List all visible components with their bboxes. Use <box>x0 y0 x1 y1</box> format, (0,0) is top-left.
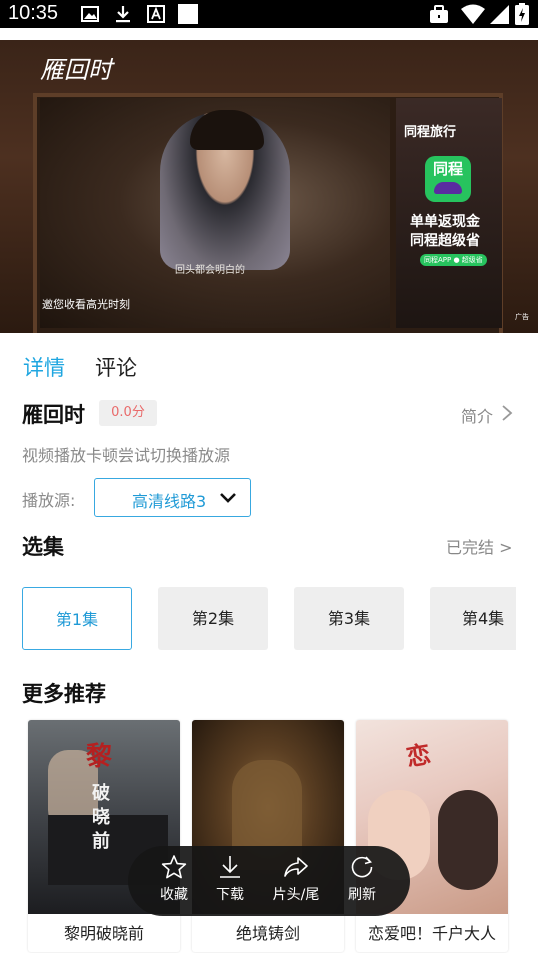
recommend-name: 恋爱吧！千户大人 <box>367 924 496 943</box>
source-label: 播放源: <box>22 491 76 510</box>
download-icon <box>220 856 240 878</box>
download-button[interactable]: 下载 <box>200 854 260 910</box>
app-screen: 10:35 雁回时 回头都会明白的 同程旅行 同程 单单返现金 同程超级省 同程… <box>0 0 538 953</box>
ad-tag: 广告 <box>515 313 529 321</box>
cell-signal-icon <box>490 5 509 24</box>
download-status-icon <box>116 6 130 23</box>
video-player[interactable]: 雁回时 回头都会明白的 同程旅行 同程 单单返现金 同程超级省 同程APP ● … <box>0 40 538 333</box>
star-icon <box>161 855 187 879</box>
episode-button-4[interactable]: 第4集 <box>430 587 516 650</box>
source-select[interactable]: 高清线路3 <box>94 478 251 517</box>
gallery-icon <box>81 6 99 22</box>
ad-brand: 同程旅行 <box>404 125 457 140</box>
show-title: 雁回时 <box>22 403 85 427</box>
episode-button-3[interactable]: 第3集 <box>294 587 404 650</box>
tab-detail[interactable]: 详情 <box>23 352 65 382</box>
video-overlay-text: 邀您收看高光时刻 <box>42 298 130 311</box>
intro-outro-label: 片头/尾 <box>272 887 320 903</box>
intro-outro-button[interactable]: 片头/尾 <box>266 854 326 910</box>
episodes-status[interactable]: 已完结 > <box>446 534 513 558</box>
share-arrow-icon <box>284 857 308 877</box>
intro-link[interactable]: 简介 <box>461 403 493 427</box>
ad-badge: 同程APP ● 超级省 <box>420 254 487 266</box>
episode-button-1[interactable]: 第1集 <box>22 587 132 650</box>
bird-icon <box>434 182 462 194</box>
show-logo: 雁回时 <box>40 56 112 84</box>
favorite-label: 收藏 <box>160 887 188 903</box>
chevron-right-icon[interactable] <box>500 404 514 422</box>
recommend-card[interactable]: 绝境铸剑 <box>192 720 344 952</box>
ad-app-logo: 同程 <box>425 156 471 202</box>
recommend-title: 更多推荐 <box>22 682 106 706</box>
download-label: 下载 <box>216 887 244 903</box>
refresh-button[interactable]: 刷新 <box>332 854 392 910</box>
playback-hint: 视频播放卡顿尝试切换播放源 <box>22 446 231 465</box>
square-icon <box>178 4 198 24</box>
ad-line-2: 同程超级省 <box>410 233 480 249</box>
video-subtitle: 回头都会明白的 <box>175 265 245 276</box>
ad-logo-text: 同程 <box>432 160 463 178</box>
recommend-name: 绝境铸剑 <box>235 924 300 943</box>
status-bar: 10:35 <box>0 0 538 28</box>
episode-button-2[interactable]: 第2集 <box>158 587 268 650</box>
refresh-icon <box>351 856 373 878</box>
ad-line-1: 单单返现金 <box>410 214 480 230</box>
floating-toolbar: 收藏 下载 片头/尾 刷新 <box>128 846 410 916</box>
favorite-button[interactable]: 收藏 <box>144 854 204 910</box>
font-icon <box>147 5 165 23</box>
battery-icon <box>515 3 529 25</box>
chevron-down-icon <box>220 493 236 503</box>
source-value: 高清线路3 <box>132 492 207 511</box>
tab-comment[interactable]: 评论 <box>95 352 137 382</box>
wifi-icon <box>461 4 485 24</box>
status-time: 10:35 <box>8 2 59 24</box>
recommend-card[interactable]: 恋 恋爱吧！千户大人 <box>356 720 508 952</box>
recommend-card[interactable]: 黎 破晓前 黎明破晓前 <box>28 720 180 952</box>
refresh-label: 刷新 <box>348 887 376 903</box>
briefcase-icon <box>430 5 448 23</box>
recommend-name: 黎明破晓前 <box>63 924 144 943</box>
score-badge: 0.0分 <box>99 400 157 426</box>
episodes-title: 选集 <box>22 535 64 559</box>
